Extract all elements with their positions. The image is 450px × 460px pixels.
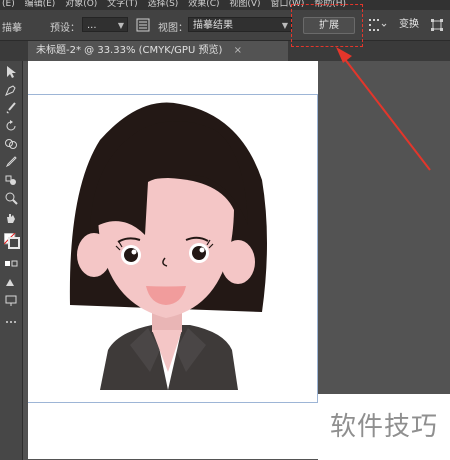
- watermark-text: 软件技巧: [318, 394, 450, 460]
- cartoon-girl-illustration[interactable]: [0, 0, 450, 460]
- highlight-box: [291, 4, 363, 47]
